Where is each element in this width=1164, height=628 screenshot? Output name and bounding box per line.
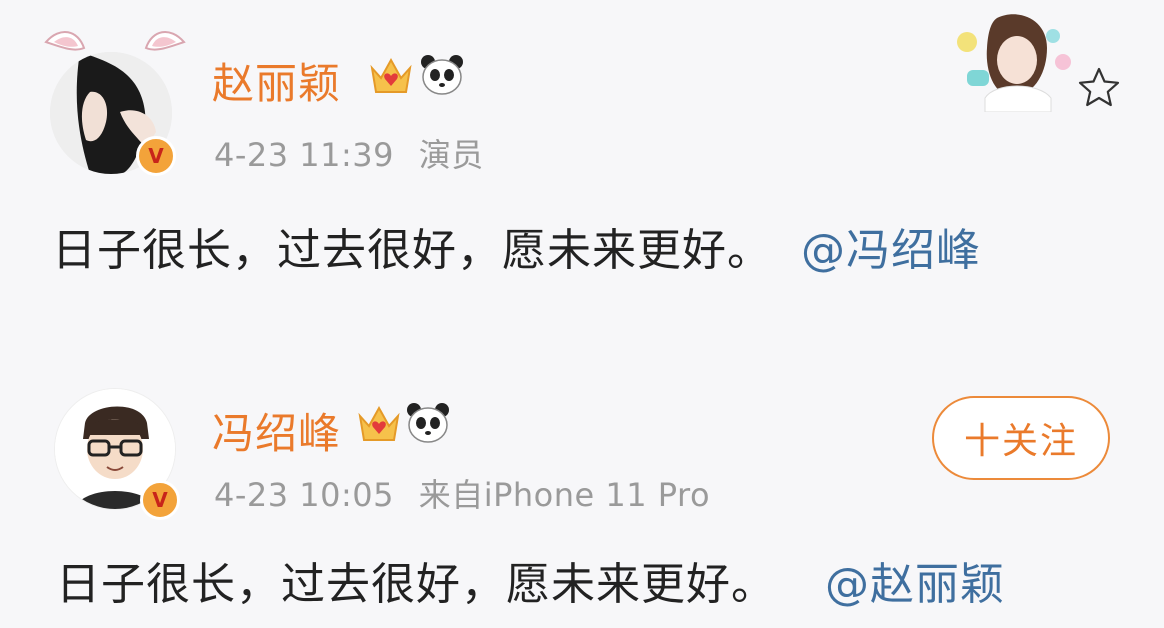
post-text: 日子很长，过去很好，愿未来更好。	[52, 225, 772, 276]
weibo-post-1: V 赵丽颖 4-23 11:39 演员 日子很长，过去很好，愿未来更好。 @冯绍…	[0, 0, 1164, 330]
follow-button[interactable]: 十关注	[932, 396, 1110, 480]
post-meta: 4-23 11:39 演员	[214, 130, 484, 176]
post-text: 日子很长，过去很好，愿未来更好。	[56, 559, 776, 610]
mention-link[interactable]: @冯绍峰	[801, 225, 981, 276]
post-source: 来自iPhone 11 Pro	[418, 476, 711, 514]
panda-icon	[421, 55, 463, 95]
avatar-zhaoliying[interactable]: V	[40, 24, 190, 184]
verified-badge-icon: V	[136, 136, 176, 176]
star-outline-icon[interactable]	[1077, 66, 1121, 108]
decoration-area	[955, 12, 1125, 112]
post-source: 演员	[418, 136, 484, 174]
post-meta: 4-23 10:05 来自iPhone 11 Pro	[214, 470, 710, 516]
crown-icon	[358, 405, 400, 441]
verified-badge-icon: V	[140, 480, 180, 520]
mention-link[interactable]: @赵丽颖	[825, 559, 1005, 610]
post-timestamp: 4-23 11:39	[214, 136, 395, 174]
profile-decoration-image	[957, 14, 1071, 112]
post-username[interactable]: 赵丽颖	[212, 50, 341, 111]
post-content: 日子很长，过去很好，愿未来更好。 @冯绍峰	[52, 214, 981, 278]
crown-icon	[370, 57, 412, 93]
panda-icon	[407, 403, 449, 443]
post-content: 日子很长，过去很好，愿未来更好。 @赵丽颖	[56, 548, 1005, 612]
avatar-fengshaofeng[interactable]: V	[50, 388, 190, 520]
post-username[interactable]: 冯绍峰	[212, 400, 341, 461]
post-timestamp: 4-23 10:05	[214, 476, 395, 514]
weibo-post-2: V 冯绍峰 4-23 10:05 来自iPhone 11 Pro 日子很长，过去…	[0, 380, 1164, 628]
